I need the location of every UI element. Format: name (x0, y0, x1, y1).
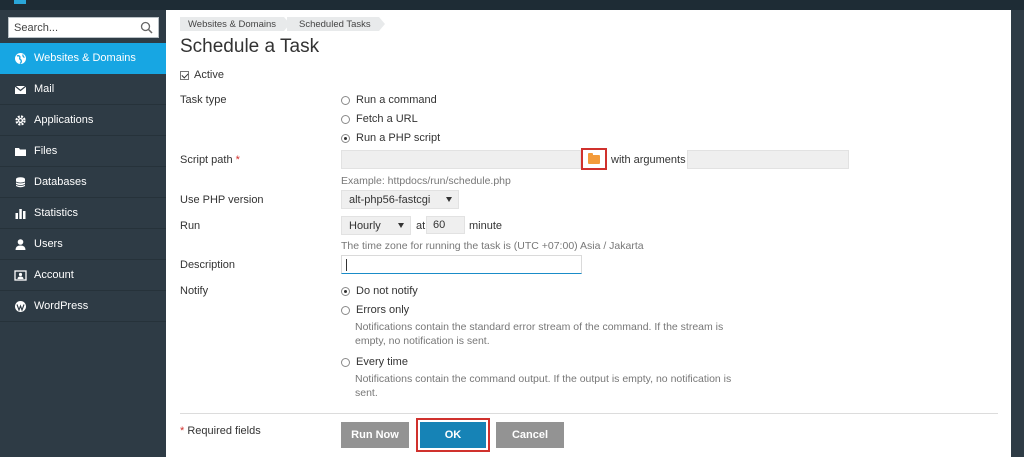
radio-button[interactable] (341, 133, 350, 143)
search-icon[interactable] (140, 21, 153, 34)
chevron-down-icon (446, 197, 452, 202)
required-fields-note: * Required fields (180, 425, 261, 437)
top-bar (0, 0, 1024, 10)
folder-icon (15, 147, 26, 156)
sidebar-item-mail[interactable]: Mail (0, 74, 166, 105)
option-label: Fetch a URL (356, 113, 418, 125)
notify-option-errors[interactable]: Errors only (341, 304, 409, 316)
sidebar-item-label: Statistics (34, 207, 79, 219)
radio-button[interactable] (341, 95, 350, 105)
option-label: Run a PHP script (356, 132, 441, 144)
breadcrumb-scheduled-tasks[interactable]: Scheduled Tasks (287, 17, 385, 31)
sidebar-item-label: Applications (34, 114, 94, 126)
run-now-button[interactable]: Run Now (341, 422, 409, 448)
sidebar-item-databases[interactable]: Databases (0, 167, 166, 198)
sidebar-item-label: Websites & Domains (34, 52, 136, 64)
search-box[interactable] (8, 17, 159, 38)
ok-button[interactable]: OK (420, 422, 486, 448)
logo (14, 0, 26, 4)
gear-icon (15, 114, 26, 126)
breadcrumb-websites-domains[interactable]: Websites & Domains (180, 17, 290, 31)
divider (180, 413, 998, 414)
script-path-label-text: Script path (180, 154, 233, 166)
task-type-label: Task type (180, 94, 227, 106)
scrollbar[interactable] (1011, 10, 1024, 457)
radio-button[interactable] (341, 357, 350, 367)
bar-chart-icon (15, 208, 26, 219)
sidebar-item-statistics[interactable]: Statistics (0, 198, 166, 229)
sidebar-item-label: WordPress (34, 300, 89, 312)
timezone-hint: The time zone for running the task is (U… (341, 240, 644, 252)
page-title: Schedule a Task (180, 36, 320, 57)
php-version-select[interactable]: alt-php56-fastcgi (341, 190, 459, 209)
option-label: Run a command (356, 94, 437, 106)
sidebar-item-wordpress[interactable]: WordPress (0, 291, 166, 322)
folder-icon (588, 153, 600, 164)
radio-button[interactable] (341, 305, 350, 315)
active-label: Active (194, 69, 224, 81)
sidebar-item-label: Account (34, 269, 74, 281)
active-checkbox[interactable] (180, 70, 189, 80)
errors-only-hint: Notifications contain the standard error… (355, 321, 724, 347)
text-caret (346, 259, 347, 271)
account-card-icon (14, 269, 27, 281)
description-label: Description (180, 259, 236, 271)
sidebar-item-applications[interactable]: Applications (0, 105, 166, 136)
main-content: Websites & Domains Scheduled Tasks Sched… (166, 10, 1011, 457)
sidebar-nav: Websites & Domains Mail Applications Fil… (0, 43, 166, 322)
globe-icon (15, 52, 26, 64)
sidebar: Websites & Domains Mail Applications Fil… (0, 10, 166, 457)
sidebar-item-label: Files (34, 145, 58, 157)
minute-label: minute (469, 220, 503, 232)
envelope-icon (14, 85, 27, 94)
with-arguments-label: with arguments (611, 154, 686, 166)
minute-input[interactable]: 60 (426, 216, 465, 234)
browse-button[interactable] (581, 148, 607, 170)
notify-label: Notify (180, 285, 209, 297)
sidebar-item-websites-domains[interactable]: Websites & Domains (0, 43, 166, 74)
task-type-option-php[interactable]: Run a PHP script (341, 132, 440, 144)
option-label: Every time (356, 356, 408, 368)
user-icon (15, 238, 26, 250)
database-icon (15, 176, 26, 187)
sidebar-item-label: Users (34, 238, 63, 250)
script-path-label: Script path * (180, 154, 240, 166)
notify-option-every-time[interactable]: Every time (341, 356, 408, 368)
required-mark: * (235, 154, 240, 166)
script-path-hint: Example: httpdocs/run/schedule.php (341, 175, 511, 187)
required-fields-text: Required fields (187, 425, 261, 437)
every-time-hint: Notifications contain the command output… (355, 373, 732, 399)
php-version-label: Use PHP version (180, 194, 264, 206)
sidebar-item-users[interactable]: Users (0, 229, 166, 260)
cancel-button[interactable]: Cancel (496, 422, 564, 448)
radio-button[interactable] (341, 286, 350, 296)
notify-option-none[interactable]: Do not notify (341, 285, 418, 297)
search-input[interactable] (9, 18, 137, 37)
wordpress-icon (15, 300, 26, 312)
run-frequency-select[interactable]: Hourly (341, 216, 411, 235)
script-path-input[interactable] (341, 150, 581, 169)
sidebar-item-label: Mail (34, 83, 55, 95)
sidebar-item-account[interactable]: Account (0, 260, 166, 291)
active-row: Active (180, 69, 224, 81)
php-version-value: alt-php56-fastcgi (349, 193, 431, 206)
description-input[interactable] (341, 255, 582, 274)
arguments-input[interactable] (687, 150, 849, 169)
sidebar-item-files[interactable]: Files (0, 136, 166, 167)
task-type-option-url[interactable]: Fetch a URL (341, 113, 418, 125)
breadcrumb: Websites & Domains Scheduled Tasks (180, 17, 385, 31)
sidebar-item-label: Databases (34, 176, 87, 188)
option-label: Errors only (356, 304, 410, 316)
chevron-down-icon (398, 223, 404, 228)
radio-button[interactable] (341, 114, 350, 124)
option-label: Do not notify (356, 285, 418, 297)
run-frequency-value: Hourly (349, 219, 381, 232)
at-label: at (416, 220, 426, 232)
task-type-option-command[interactable]: Run a command (341, 94, 437, 106)
required-mark: * (180, 425, 185, 437)
run-label: Run (180, 220, 201, 232)
